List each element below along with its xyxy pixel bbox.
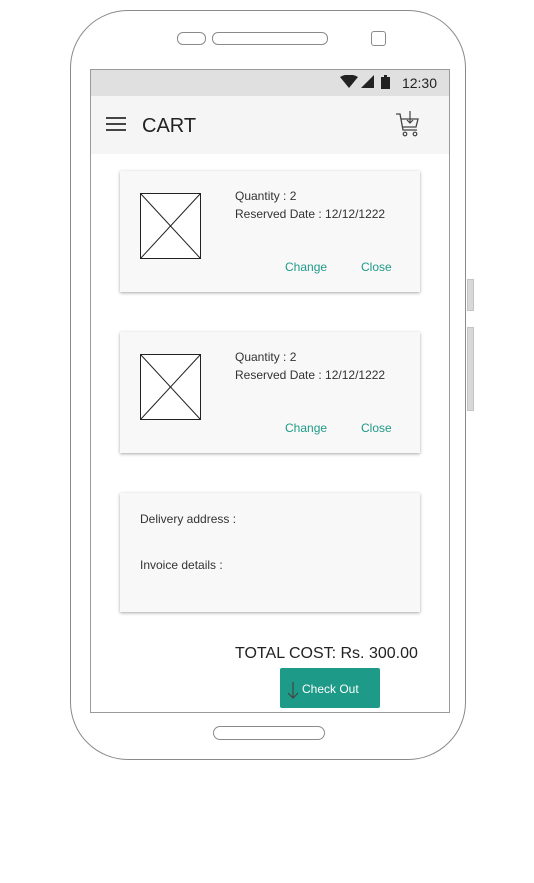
phone-camera — [371, 31, 386, 46]
page-title: CART — [142, 115, 197, 137]
phone-home-button[interactable] — [213, 726, 325, 740]
battery-icon — [381, 75, 390, 89]
app-bar: CART — [91, 96, 449, 154]
order-details-card: Delivery address : Invoice details : — [120, 493, 420, 612]
cart-item-card: Quantity : 2 Reserved Date : 12/12/1222 … — [120, 332, 420, 453]
item-quantity: Quantity : 2 — [235, 350, 297, 364]
item-reserved-date: Reserved Date : 12/12/1222 — [235, 368, 386, 382]
arrow-down-icon — [287, 682, 299, 699]
menu-icon[interactable] — [106, 117, 126, 133]
checkout-label: Check Out — [302, 682, 359, 696]
total-cost: TOTAL COST: Rs. 300.00 — [235, 645, 418, 662]
cart-item-card: Quantity : 2 Reserved Date : 12/12/1222 … — [120, 171, 420, 292]
delivery-address-label: Delivery address : — [140, 512, 237, 526]
status-bar: 12:30 — [91, 70, 449, 96]
invoice-details-label: Invoice details : — [140, 558, 223, 572]
close-button[interactable]: Close — [361, 260, 392, 274]
item-image-placeholder — [140, 193, 201, 259]
close-button[interactable]: Close — [361, 421, 392, 435]
cart-icon[interactable] — [395, 110, 421, 138]
change-button[interactable]: Change — [285, 260, 327, 274]
status-time: 12:30 — [401, 75, 437, 91]
item-image-placeholder — [140, 354, 201, 420]
signal-icon — [361, 75, 374, 88]
item-quantity: Quantity : 2 — [235, 189, 297, 203]
checkout-button[interactable]: Check Out — [280, 668, 380, 708]
phone-side-button-lower — [467, 327, 474, 411]
phone-speaker — [212, 32, 328, 45]
wifi-icon — [340, 75, 358, 88]
item-reserved-date: Reserved Date : 12/12/1222 — [235, 207, 386, 221]
phone-side-button-upper — [467, 279, 474, 311]
change-button[interactable]: Change — [285, 421, 327, 435]
phone-sensor — [177, 32, 206, 45]
app-screen: 12:30 CART Quantity : 2 Reserved Date : … — [90, 69, 450, 713]
